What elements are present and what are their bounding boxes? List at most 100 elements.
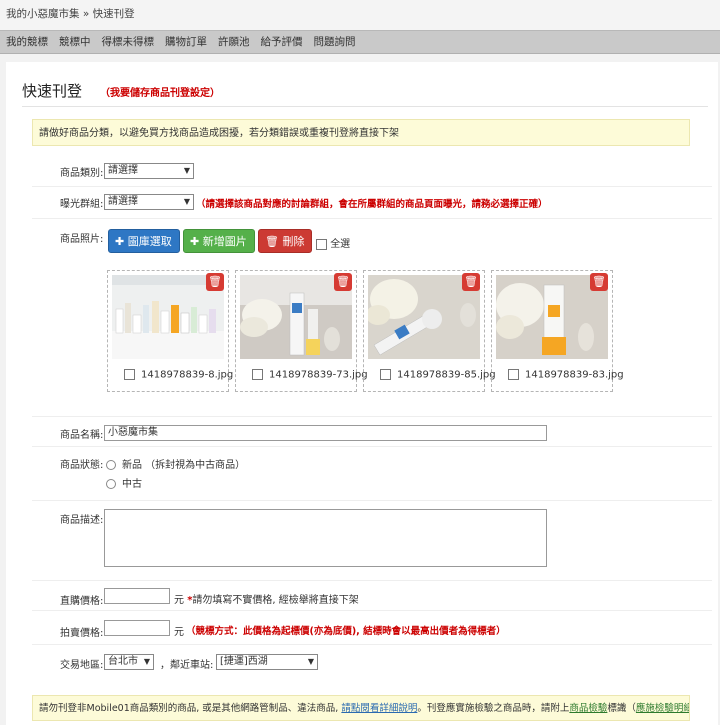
tab-give-rating[interactable]: 給予評價 bbox=[261, 31, 303, 53]
station-select[interactable]: [捷運]西湖 ▼ bbox=[216, 654, 318, 670]
delete-photo-button[interactable]: 🗑 bbox=[462, 273, 480, 291]
delete-photo-button[interactable]: 🗑 bbox=[590, 273, 608, 291]
notice-text-2: 。刊登應實施檢驗之商品時，請附上 bbox=[417, 703, 570, 714]
condition-used-radio[interactable] bbox=[106, 479, 116, 489]
top-tabs: 我的競標 競標中 得標未得標 購物訂單 許願池 給予評價 問題詢問 bbox=[0, 30, 720, 54]
add-image-button[interactable]: ✚ 新增圖片 bbox=[183, 229, 255, 253]
chevron-down-icon: ▼ bbox=[307, 657, 314, 666]
gallery-select-label: 圖庫選取 bbox=[127, 235, 172, 248]
exposure-row: 曝光群組: 請選擇 ▼ （請選擇該商品對應的討論群組，會在所屬群組的商品頁面曝光… bbox=[32, 186, 712, 219]
photo-filename: 1418978839-73.jpg bbox=[269, 369, 368, 381]
photo-filename-row: 1418978839-73.jpg bbox=[252, 369, 368, 381]
description-row: 商品描述: bbox=[32, 500, 712, 581]
location-label: 交易地區: bbox=[60, 660, 104, 671]
select-all-label: 全選 bbox=[330, 239, 351, 250]
name-row: 商品名稱: 小惡魔市集 bbox=[32, 416, 712, 447]
condition-new-radio[interactable] bbox=[106, 460, 116, 470]
exposure-hint: （請選擇該商品對應的討論群組，會在所屬群組的商品頁面曝光，請務必選擇正確） bbox=[196, 199, 548, 210]
city-select[interactable]: 台北市 ▼ bbox=[104, 654, 154, 670]
plus-icon: ✚ bbox=[115, 235, 125, 248]
auction-price-input[interactable] bbox=[104, 620, 170, 636]
station-label: ，鄰近車站: bbox=[160, 660, 214, 671]
inspection-list-link[interactable]: 應施檢驗明細表 bbox=[636, 703, 689, 714]
category-row: 商品類別: 請選擇 ▼ bbox=[32, 158, 712, 187]
product-name-input[interactable]: 小惡魔市集 bbox=[104, 425, 547, 441]
chevron-down-icon: ▼ bbox=[183, 166, 190, 175]
prohibited-items-notice: 請勿刊登非Mobile01商品類別的商品, 或是其他網路管制品、違法商品, 請點… bbox=[32, 695, 690, 721]
buy-now-unit: 元 bbox=[174, 595, 184, 606]
auction-row: 拍賣價格: 元 （競標方式：此價格為起標價(亦為底價), 結標時會以最高出價者為… bbox=[32, 610, 712, 645]
photo-filename-row: 1418978839-83.jpg bbox=[508, 369, 624, 381]
auction-unit: 元 bbox=[174, 627, 184, 638]
add-image-label: 新增圖片 bbox=[202, 235, 247, 248]
exposure-select[interactable]: 請選擇 ▼ bbox=[104, 194, 194, 210]
tab-questions[interactable]: 問題詢問 bbox=[314, 31, 356, 53]
buy-now-row: 直購價格: 元 *請勿填寫不實價格, 經檢舉將直接下架 bbox=[32, 580, 712, 611]
save-settings-link[interactable]: （我要儲存商品刊登設定） bbox=[100, 84, 220, 99]
tab-orders[interactable]: 購物訂單 bbox=[165, 31, 207, 53]
notice-text-3: 標識（ bbox=[607, 703, 636, 714]
details-link[interactable]: 請點閱看詳細說明 bbox=[341, 703, 417, 714]
photo-checkbox[interactable] bbox=[508, 369, 519, 380]
auction-hint: （競標方式：此價格為起標價(亦為底價), 結標時會以最高出價者為得標者） bbox=[186, 626, 506, 637]
tab-wishlist[interactable]: 許願池 bbox=[218, 31, 250, 53]
photo-card: 🗑 1418978839-83.jpg bbox=[491, 270, 624, 392]
category-select[interactable]: 請選擇 ▼ bbox=[104, 163, 194, 179]
description-textarea[interactable] bbox=[104, 509, 547, 567]
category-select-value: 請選擇 bbox=[108, 165, 138, 176]
exposure-label: 曝光群組: bbox=[60, 199, 104, 210]
condition-label: 商品狀態: bbox=[60, 460, 104, 471]
tab-my-bids[interactable]: 我的競標 bbox=[6, 31, 48, 53]
category-label: 商品類別: bbox=[60, 168, 104, 179]
photo-filename: 1418978839-85.jpg bbox=[397, 369, 496, 381]
trash-icon: 🗑 bbox=[464, 275, 478, 288]
delete-photo-button[interactable]: 🗑 bbox=[206, 273, 224, 291]
main-panel: 快速刊登 （我要儲存商品刊登設定） 請做好商品分類，以避免買方找商品造成困擾，若… bbox=[6, 62, 718, 725]
trash-icon: 🗑 bbox=[208, 275, 222, 288]
photo-filename-row: 1418978839-85.jpg bbox=[380, 369, 496, 381]
photo-filename: 1418978839-8.jpg bbox=[141, 369, 234, 381]
page-title: 快速刊登 bbox=[22, 82, 83, 100]
breadcrumb-current: 快速刊登 bbox=[92, 8, 135, 20]
tab-won-lost[interactable]: 得標未得標 bbox=[102, 31, 155, 53]
photo-card: 🗑 1418978839-73.jpg bbox=[235, 270, 368, 392]
description-label: 商品描述: bbox=[60, 515, 104, 526]
chevron-down-icon: ▼ bbox=[143, 657, 150, 666]
photo-checkbox[interactable] bbox=[124, 369, 135, 380]
delete-images-label: 刪除 bbox=[282, 235, 305, 248]
inspection-link[interactable]: 商品檢驗 bbox=[569, 703, 607, 714]
condition-new-label: 新品 （拆封視為中古商品） bbox=[122, 460, 246, 471]
buy-now-hint: 請勿填寫不實價格, 經檢舉將直接下架 bbox=[192, 595, 359, 606]
photo-checkbox[interactable] bbox=[252, 369, 263, 380]
photo-filename-row: 1418978839-8.jpg bbox=[124, 369, 233, 381]
condition-used-label: 中古 bbox=[122, 479, 142, 490]
trash-icon: 🗑 bbox=[592, 275, 606, 288]
plus-icon: ✚ bbox=[190, 235, 200, 248]
trash-icon: 🗑 bbox=[336, 275, 350, 288]
breadcrumb-separator: » bbox=[82, 8, 90, 20]
chevron-down-icon: ▼ bbox=[183, 197, 190, 206]
buy-now-price-input[interactable] bbox=[104, 588, 170, 604]
condition-new-option[interactable]: 新品 （拆封視為中古商品） bbox=[106, 456, 245, 471]
select-all-checkbox[interactable] bbox=[316, 238, 327, 250]
condition-used-option[interactable]: 中古 bbox=[106, 475, 142, 490]
city-select-value: 台北市 bbox=[108, 656, 138, 667]
photo-filename: 1418978839-83.jpg bbox=[525, 369, 624, 381]
condition-row: 商品狀態: 新品 （拆封視為中古商品） 中古 bbox=[32, 446, 712, 501]
buy-now-hint-row: 元 *請勿填寫不實價格, 經檢舉將直接下架 bbox=[174, 591, 359, 606]
trash-icon: 🗑 bbox=[265, 235, 279, 248]
delete-photo-button[interactable]: 🗑 bbox=[334, 273, 352, 291]
photo-card: 🗑 1418978839-85.jpg bbox=[363, 270, 496, 392]
gallery-select-button[interactable]: ✚ 圖庫選取 bbox=[108, 229, 180, 253]
buy-now-label: 直購價格: bbox=[60, 596, 104, 607]
tab-bidding[interactable]: 競標中 bbox=[59, 31, 91, 53]
breadcrumb: 我的小惡魔市集 » 快速刊登 bbox=[0, 0, 720, 30]
photo-card: 🗑 1418978839-8.jpg bbox=[107, 270, 233, 392]
station-select-value: [捷運]西湖 bbox=[220, 656, 268, 667]
auction-label: 拍賣價格: bbox=[60, 628, 104, 639]
photo-checkbox[interactable] bbox=[380, 369, 391, 380]
delete-images-button[interactable]: 🗑 刪除 bbox=[258, 229, 312, 253]
select-all[interactable]: 全選 bbox=[316, 235, 350, 250]
breadcrumb-home[interactable]: 我的小惡魔市集 bbox=[6, 8, 80, 20]
notice-text-1: 請勿刊登非Mobile01商品類別的商品, 或是其他網路管制品、違法商品, bbox=[39, 703, 339, 714]
